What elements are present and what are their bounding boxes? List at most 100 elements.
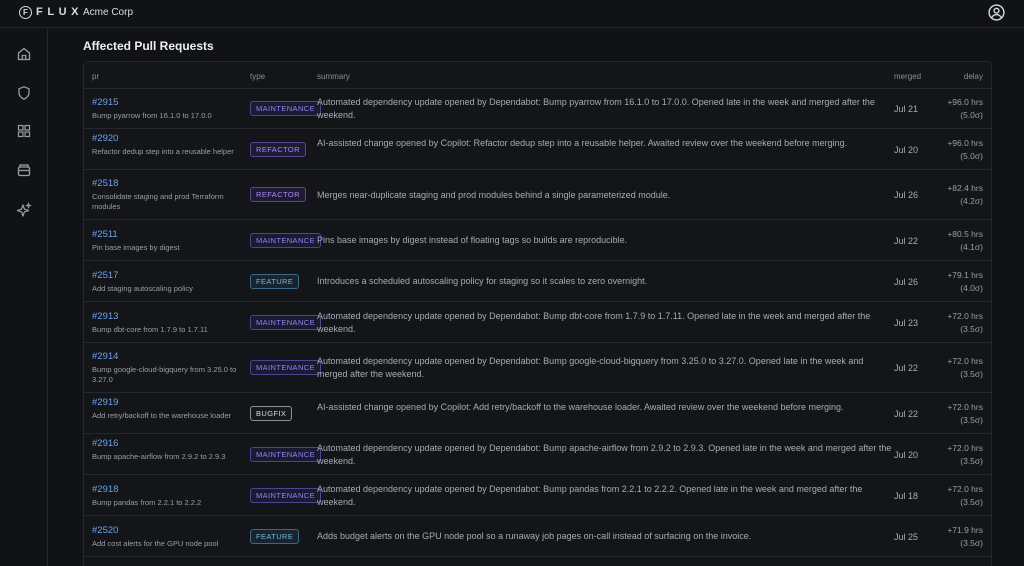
delay-value: +72.0 hrs (3.5σ) — [913, 310, 983, 336]
pr-summary: Automated dependency update opened by De… — [317, 356, 864, 379]
table-row[interactable]: #2916 Bump apache-airflow from 2.9.2 to 2… — [84, 434, 991, 475]
pr-link[interactable]: #2915 — [92, 97, 118, 109]
pr-summary: Automated dependency update opened by De… — [317, 311, 871, 334]
delay-value: +80.5 hrs (4.1σ) — [913, 228, 983, 254]
table-row[interactable]: #2918 Bump pandas from 2.2.1 to 2.2.2 MAIN… — [84, 475, 991, 516]
pr-summary: AI-assisted change opened by Copilot: Re… — [317, 138, 848, 148]
pr-title: Consolidate staging and prod Terraform m… — [92, 192, 224, 211]
delay-sigma: (3.5σ) — [960, 538, 983, 548]
table-row[interactable]: #2517 Add staging autoscaling policy FEATU… — [84, 261, 991, 302]
sparkles-icon[interactable] — [14, 200, 34, 220]
delay-hours: +72.0 hrs — [947, 311, 983, 321]
delay-sigma: (4.1σ) — [960, 242, 983, 252]
pr-summary: Automated dependency update opened by De… — [317, 97, 875, 120]
column-header-merged[interactable]: merged — [894, 72, 921, 82]
delay-sigma: (3.5σ) — [960, 497, 983, 507]
table-row[interactable]: #2915 Bump pyarrow from 16.1.0 to 17.0.0 M… — [84, 89, 991, 129]
delay-hours: +79.1 hrs — [947, 270, 983, 280]
delay-hours: +96.0 hrs — [947, 138, 983, 148]
column-header-summary[interactable]: summary — [317, 72, 350, 82]
archive-icon[interactable] — [14, 160, 34, 180]
pr-summary: AI-assisted change opened by Copilot: Ad… — [317, 402, 844, 412]
delay-value: +96.0 hrs (5.0σ) — [913, 137, 983, 163]
pr-link[interactable]: #2919 — [92, 397, 118, 409]
pr-link[interactable]: #2520 — [92, 525, 118, 537]
delay-hours: +96.0 hrs — [947, 97, 983, 107]
pr-title: Bump apache-airflow from 2.9.2 to 2.9.3 — [92, 452, 226, 461]
delay-hours: +82.4 hrs — [947, 183, 983, 193]
shield-icon[interactable] — [14, 83, 34, 103]
pr-summary: Adds budget alerts on the GPU node pool … — [317, 531, 752, 541]
delay-value: +72.0 hrs (3.5σ) — [913, 401, 983, 427]
delay-hours: +80.5 hrs — [947, 229, 983, 239]
flux-logo-icon[interactable]: F — [19, 6, 32, 19]
table-header: pr type summary merged delay — [84, 62, 991, 89]
pr-link[interactable]: #2511 — [92, 229, 118, 241]
grid-icon[interactable] — [14, 121, 34, 141]
home-icon[interactable] — [14, 44, 34, 64]
delay-sigma: (4.0σ) — [960, 283, 983, 293]
column-header-pr[interactable]: pr — [92, 72, 99, 82]
table-row[interactable]: #2920 Refactor dedup step into a reusable… — [84, 129, 991, 170]
pr-summary: Pins base images by digest instead of fl… — [317, 235, 628, 245]
delay-sigma: (4.2σ) — [960, 196, 983, 206]
pr-title: Add staging autoscaling policy — [92, 284, 193, 293]
delay-sigma: (3.5σ) — [960, 415, 983, 425]
logo-text[interactable]: FLUX — [36, 6, 83, 19]
pr-summary: Automated dependency update opened by De… — [317, 484, 863, 507]
column-header-type[interactable]: type — [250, 72, 265, 82]
pr-link[interactable]: #2913 — [92, 311, 118, 323]
sidebar — [0, 29, 48, 566]
delay-hours: +72.0 hrs — [947, 443, 983, 453]
top-bar: F FLUX Acme Corp — [0, 0, 1024, 28]
pr-title: Pin base images by digest — [92, 243, 180, 252]
type-badge: MAINTENANCE — [250, 488, 321, 503]
pr-title: Bump pandas from 2.2.1 to 2.2.2 — [92, 498, 202, 507]
type-badge: MAINTENANCE — [250, 233, 321, 248]
table-row[interactable]: #2518 Consolidate staging and prod Terraf… — [84, 170, 991, 220]
pr-title: Refactor dedup step into a reusable help… — [92, 147, 234, 156]
type-badge: REFACTOR — [250, 142, 306, 157]
delay-hours: +72.0 hrs — [947, 356, 983, 366]
org-name[interactable]: Acme Corp — [83, 6, 133, 19]
delay-sigma: (3.5σ) — [960, 456, 983, 466]
delay-value: +72.0 hrs (3.5σ) — [913, 442, 983, 468]
delay-sigma: (5.0σ) — [960, 151, 983, 161]
delay-sigma: (3.5σ) — [960, 324, 983, 334]
delay-value: +79.1 hrs (4.0σ) — [913, 269, 983, 295]
type-badge: FEATURE — [250, 274, 300, 289]
pr-title: Bump dbt-core from 1.7.9 to 1.7.11 — [92, 325, 208, 334]
pr-link[interactable]: #2918 — [92, 484, 118, 496]
pr-title: Add retry/backoff to the warehouse loade… — [92, 411, 232, 420]
delay-hours: +72.0 hrs — [947, 402, 983, 412]
type-badge: MAINTENANCE — [250, 101, 321, 116]
delay-value: +72.0 hrs (3.5σ) — [913, 483, 983, 509]
delay-sigma: (5.0σ) — [960, 110, 983, 120]
pr-summary: Automated dependency update opened by De… — [317, 443, 892, 466]
pull-requests-table: pr type summary merged delay #2915 Bump p… — [83, 61, 992, 566]
type-badge: REFACTOR — [250, 187, 306, 202]
pr-link[interactable]: #2914 — [92, 351, 118, 363]
delay-value: +72.0 hrs (3.5σ) — [913, 355, 983, 381]
table-row[interactable]: #2511 Pin base images by digest MAINTENANC… — [84, 220, 991, 261]
delay-value: +82.4 hrs (4.2σ) — [913, 182, 983, 208]
pr-summary: Introduces a scheduled autoscaling polic… — [317, 276, 648, 286]
delay-value: +71.9 hrs (3.5σ) — [913, 524, 983, 550]
type-badge: MAINTENANCE — [250, 447, 321, 462]
table-row[interactable]: #2913 Bump dbt-core from 1.7.9 to 1.7.11 M… — [84, 302, 991, 343]
page-title: Affected Pull Requests — [83, 39, 214, 53]
pr-link[interactable]: #2916 — [92, 438, 118, 450]
table-row[interactable]: #2520 Add cost alerts for the GPU node po… — [84, 516, 991, 557]
pr-link[interactable]: #2518 — [92, 178, 118, 190]
table-row[interactable]: #2919 Add retry/backoff to the warehouse … — [84, 393, 991, 434]
delay-sigma: (3.5σ) — [960, 369, 983, 379]
pr-link[interactable]: #2517 — [92, 270, 118, 282]
pr-title: Bump google-cloud-bigquery from 3.25.0 t… — [92, 365, 237, 384]
type-badge: FEATURE — [250, 529, 300, 544]
user-circle-icon[interactable] — [988, 4, 1005, 21]
pr-link[interactable]: #2920 — [92, 133, 118, 145]
column-header-delay[interactable]: delay — [964, 72, 983, 82]
type-badge: MAINTENANCE — [250, 315, 321, 330]
pr-summary: Merges near-duplicate staging and prod m… — [317, 190, 671, 200]
table-row[interactable]: #2914 Bump google-cloud-bigquery from 3.2… — [84, 343, 991, 393]
